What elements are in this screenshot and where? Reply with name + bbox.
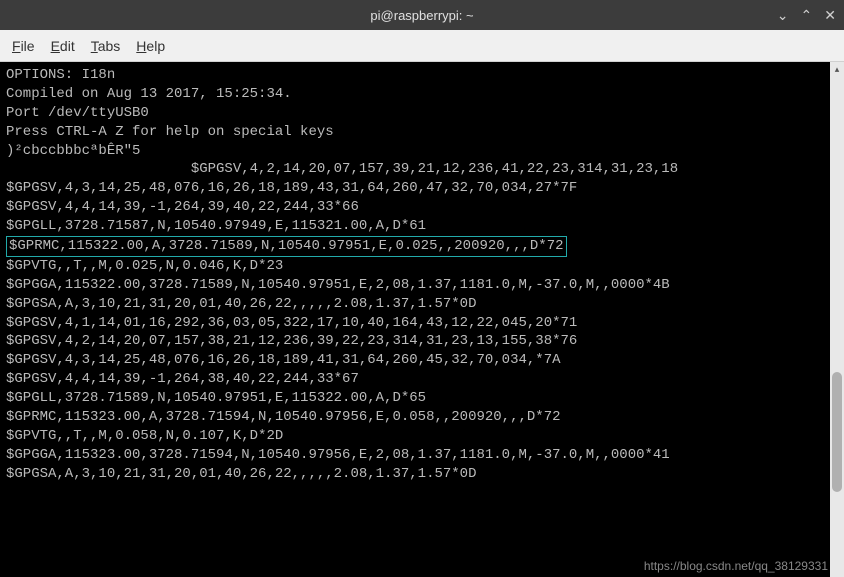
terminal-line: $GPGGA,115323.00,3728.71594,N,10540.9795… [6, 446, 824, 465]
terminal-line: $GPGSV,4,2,14,20,07,157,38,21,12,236,39,… [6, 332, 824, 351]
terminal-line: $GPGGA,115322.00,3728.71589,N,10540.9795… [6, 276, 824, 295]
terminal-line: $GPGSV,4,4,14,39,-1,264,39,40,22,244,33*… [6, 198, 824, 217]
terminal-line: $GPRMC,115323.00,A,3728.71594,N,10540.97… [6, 408, 824, 427]
terminal-line: $GPGSV,4,1,14,01,16,292,36,03,05,322,17,… [6, 314, 824, 333]
terminal-line: $GPVTG,,T,,M,0.025,N,0.046,K,D*23 [6, 257, 824, 276]
close-icon[interactable]: ✕ [824, 8, 836, 22]
menubar: File Edit Tabs Help [0, 30, 844, 62]
terminal-line: $GPGSV,4,3,14,25,48,076,16,26,18,189,41,… [6, 351, 824, 370]
minimize-icon[interactable]: ⌄ [777, 8, 789, 22]
window-controls: ⌄ ⌃ ✕ [777, 8, 836, 22]
terminal-line: OPTIONS: I18n [6, 66, 824, 85]
menu-edit[interactable]: Edit [51, 38, 75, 54]
terminal-output[interactable]: OPTIONS: I18nCompiled on Aug 13 2017, 15… [0, 62, 830, 577]
terminal-container: OPTIONS: I18nCompiled on Aug 13 2017, 15… [0, 62, 844, 577]
terminal-line: $GPGLL,3728.71589,N,10540.97951,E,115322… [6, 389, 824, 408]
menu-tabs[interactable]: Tabs [91, 38, 121, 54]
terminal-line-highlighted: $GPRMC,115322.00,A,3728.71589,N,10540.97… [6, 236, 824, 257]
terminal-line: $GPVTG,,T,,M,0.058,N,0.107,K,D*2D [6, 427, 824, 446]
terminal-line: Press CTRL-A Z for help on special keys [6, 123, 824, 142]
terminal-line: $GPGSV,4,4,14,39,-1,264,38,40,22,244,33*… [6, 370, 824, 389]
terminal-line: Compiled on Aug 13 2017, 15:25:34. [6, 85, 824, 104]
maximize-icon[interactable]: ⌃ [801, 8, 813, 22]
window-title: pi@raspberrypi: ~ [370, 8, 473, 23]
terminal-line: )²cbccbbbcªbÊR"5 [6, 142, 824, 161]
watermark-text: https://blog.csdn.net/qq_38129331 [644, 559, 828, 573]
terminal-line: $GPGLL,3728.71587,N,10540.97949,E,115321… [6, 217, 824, 236]
terminal-line: $GPGSA,A,3,10,21,31,20,01,40,26,22,,,,,2… [6, 465, 824, 484]
terminal-line: $GPGSV,4,2,14,20,07,157,39,21,12,236,41,… [6, 160, 824, 179]
window-titlebar: pi@raspberrypi: ~ ⌄ ⌃ ✕ [0, 0, 844, 30]
terminal-line: Port /dev/ttyUSB0 [6, 104, 824, 123]
terminal-line: $GPGSV,4,3,14,25,48,076,16,26,18,189,43,… [6, 179, 824, 198]
menu-help[interactable]: Help [136, 38, 165, 54]
scrollbar[interactable]: ▴ [830, 62, 844, 577]
menu-file[interactable]: File [12, 38, 35, 54]
terminal-line: $GPGSA,A,3,10,21,31,20,01,40,26,22,,,,,2… [6, 295, 824, 314]
scrollbar-thumb[interactable] [832, 372, 842, 492]
scroll-up-icon[interactable]: ▴ [830, 62, 844, 76]
